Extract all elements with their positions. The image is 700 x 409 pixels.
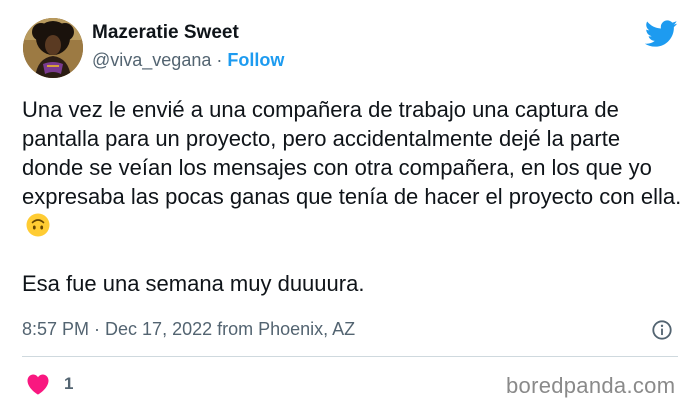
separator-dot: · [216, 50, 223, 70]
divider [22, 356, 678, 357]
tweet-card: Mazeratie Sweet @viva_vegana · Follow Un… [0, 0, 700, 409]
avatar[interactable] [23, 18, 83, 78]
boredpanda-watermark: boredpanda.com [506, 373, 676, 398]
info-icon[interactable] [651, 319, 673, 341]
follow-button[interactable]: Follow [227, 50, 284, 70]
twitter-bird-icon[interactable] [645, 20, 678, 48]
tweet-text: Una vez le envié a una compañera de trab… [22, 95, 682, 298]
tweet-paragraph-text: Una vez le envié a una compañera de trab… [22, 97, 682, 209]
like-count: 1 [64, 374, 74, 393]
display-name[interactable]: Mazeratie Sweet [92, 22, 239, 44]
handle-row: @viva_vegana · Follow [92, 50, 284, 71]
tweet-paragraph: Esa fue una semana muy duuuura. [22, 271, 365, 296]
user-handle[interactable]: @viva_vegana [92, 50, 211, 70]
upside-down-face-icon [26, 213, 50, 237]
timestamp[interactable]: 8:57 PM · Dec 17, 2022 from Phoenix, AZ [22, 319, 355, 340]
tweet-paragraph: Una vez le envié a una compañera de trab… [22, 95, 682, 240]
like-heart-icon[interactable] [26, 373, 50, 395]
